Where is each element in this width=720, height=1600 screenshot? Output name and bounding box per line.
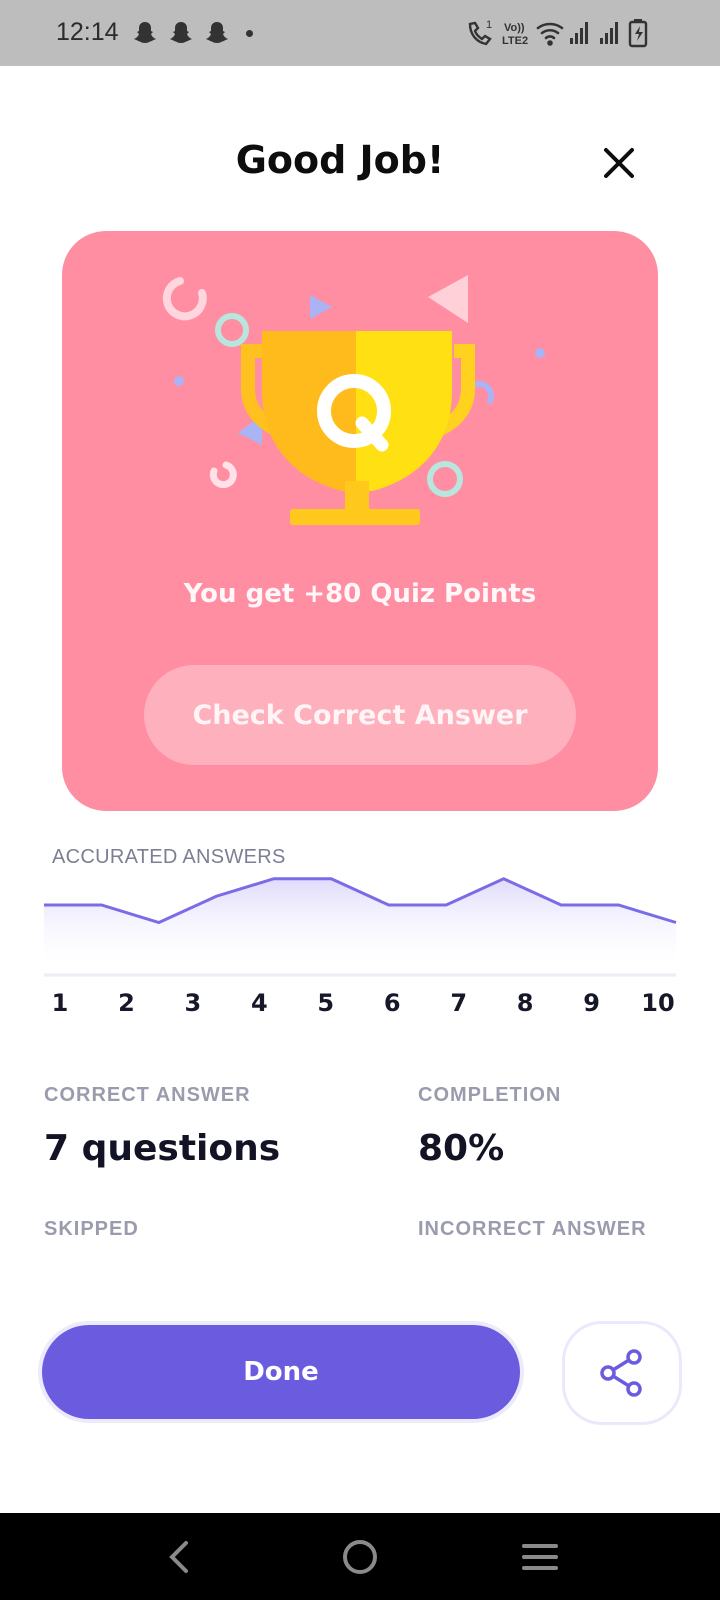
snapchat-icon xyxy=(134,22,156,43)
call-icon: 1 xyxy=(468,19,492,46)
skipped-label: SKIPPED xyxy=(44,1218,139,1240)
back-icon[interactable] xyxy=(160,1537,200,1577)
snapchat-icon xyxy=(206,22,228,43)
x-tick-label: 8 xyxy=(517,989,534,1017)
done-button[interactable]: Done xyxy=(38,1321,524,1423)
share-icon xyxy=(600,1349,642,1397)
svg-text:1: 1 xyxy=(486,19,492,31)
result-card: You get +80 Quiz Points Check Correct An… xyxy=(62,231,658,811)
battery-charging-icon xyxy=(628,19,648,48)
x-tick-label: 3 xyxy=(185,989,202,1017)
wifi-icon xyxy=(536,22,564,46)
chart-label: ACCURATED ANSWERS xyxy=(52,846,286,868)
correct-answer-label: CORRECT ANSWER xyxy=(44,1084,251,1106)
incorrect-answer-label: INCORRECT ANSWER xyxy=(418,1218,647,1240)
status-time: 12:14 xyxy=(56,18,119,46)
accuracy-chart: 1 2 3 4 5 6 7 8 9 10 xyxy=(44,877,677,1017)
x-tick-label: 6 xyxy=(384,989,401,1017)
navigation-bar xyxy=(0,1513,720,1600)
completion-label: COMPLETION xyxy=(418,1084,562,1106)
completion-value: 80% xyxy=(418,1128,505,1169)
confetti-arc-icon xyxy=(209,461,237,489)
svg-text:LTE2: LTE2 xyxy=(502,35,528,47)
confetti-triangle-icon xyxy=(310,295,332,319)
x-tick-label: 1 xyxy=(52,989,69,1017)
volte-icon: Vo)) xyxy=(504,22,525,34)
status-bar: 12:14 1 Vo)) LTE2 xyxy=(0,0,720,66)
trophy-icon xyxy=(241,331,475,525)
close-icon[interactable] xyxy=(598,142,640,184)
snapchat-icon xyxy=(170,22,192,43)
signal-icon xyxy=(600,22,618,44)
confetti-arc-icon xyxy=(162,277,207,321)
confetti-dot-icon xyxy=(535,348,545,358)
check-correct-answer-button[interactable]: Check Correct Answer xyxy=(144,665,576,765)
recents-icon[interactable] xyxy=(520,1537,560,1577)
share-button[interactable] xyxy=(562,1321,682,1425)
trophy-illustration xyxy=(162,275,545,525)
notification-dot-icon xyxy=(246,30,253,37)
confetti-dot-icon xyxy=(174,376,184,386)
home-icon[interactable] xyxy=(340,1537,380,1577)
status-icons: 1 Vo)) LTE2 xyxy=(468,19,648,48)
x-tick-label: 9 xyxy=(583,989,600,1017)
x-tick-label: 10 xyxy=(641,989,674,1017)
page-title: Good Job! xyxy=(235,138,445,182)
confetti-ring-icon xyxy=(215,313,249,347)
x-tick-label: 5 xyxy=(317,989,334,1017)
x-tick-label: 2 xyxy=(118,989,135,1017)
x-tick-label: 7 xyxy=(450,989,467,1017)
signal-icon xyxy=(570,22,588,44)
points-earned-text: You get +80 Quiz Points xyxy=(183,579,537,609)
x-tick-label: 4 xyxy=(251,989,268,1017)
correct-answer-value: 7 questions xyxy=(44,1128,281,1169)
confetti-ring-icon xyxy=(427,461,463,497)
confetti-triangle-icon xyxy=(428,275,468,323)
